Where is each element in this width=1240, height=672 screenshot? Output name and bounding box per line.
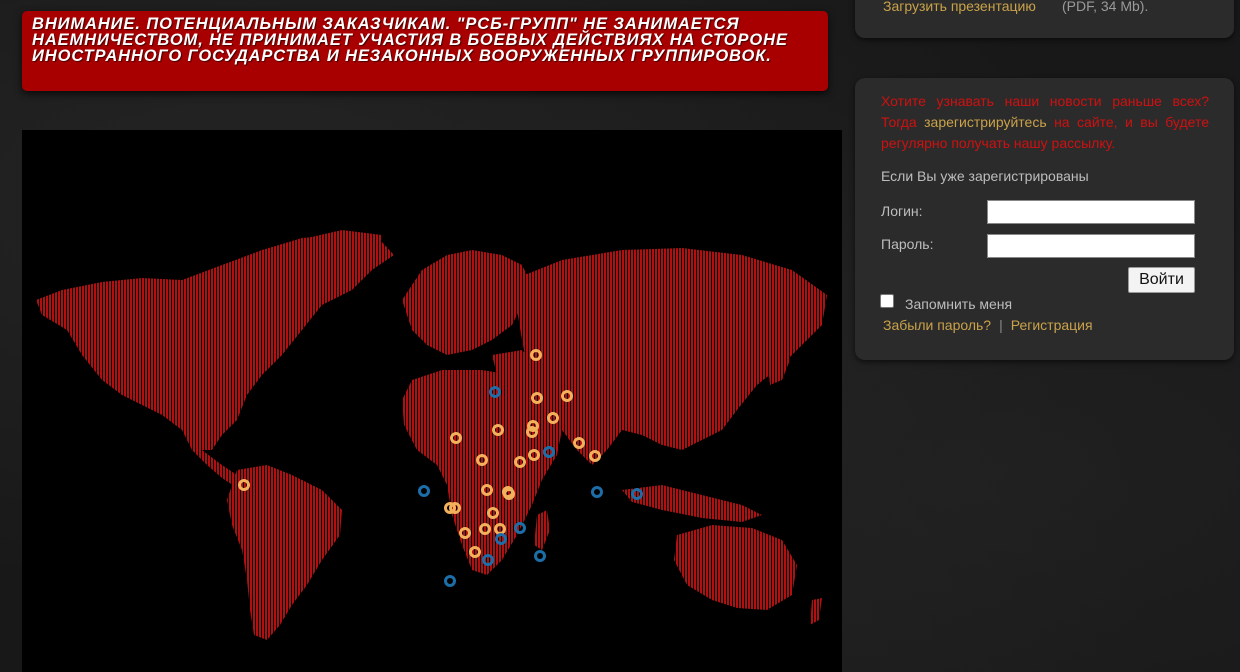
australia-shape [674, 525, 797, 610]
links-separator: | [999, 317, 1003, 333]
remember-me-label: Запомнить меня [905, 296, 1013, 312]
newsletter-promo: Хотите узнавать наши новости раньше всех… [881, 91, 1209, 154]
login-button[interactable]: Войти [1128, 267, 1195, 293]
password-label: Пароль: [881, 236, 934, 252]
login-label: Логин: [881, 203, 923, 219]
password-input[interactable] [987, 234, 1195, 258]
warning-text: ВНИМАНИЕ. ПОТЕНЦИАЛЬНЫМ ЗАКАЗЧИКАМ. "РСБ… [32, 15, 788, 65]
world-map [22, 130, 842, 672]
new-zealand-shape [810, 598, 822, 625]
south-america-shape [227, 465, 342, 640]
login-panel: Хотите узнавать наши новости раньше всех… [855, 78, 1234, 360]
continents [36, 230, 827, 640]
world-map-svg [36, 230, 827, 640]
indonesia-shape [622, 485, 762, 522]
already-registered-text: Если Вы уже зарегистрированы [881, 168, 1089, 184]
download-presentation-link[interactable]: Загрузить презентацию [883, 0, 1036, 14]
warning-banner: ВНИМАНИЕ. ПОТЕНЦИАЛЬНЫМ ЗАКАЗЧИКАМ. "РСБ… [22, 11, 828, 91]
presentation-meta: (PDF, 34 Mb). [1062, 0, 1149, 14]
promo-register-link[interactable]: зарегистрируйтесь [924, 114, 1047, 130]
map-marker-blue [418, 485, 430, 497]
remember-me-checkbox[interactable] [880, 294, 894, 308]
map-marker-blue [534, 550, 546, 562]
auth-links: Забыли пароль? | Регистрация [883, 317, 1093, 333]
register-link[interactable]: Регистрация [1011, 317, 1093, 333]
madagascar-shape [534, 510, 550, 550]
presentation-panel: Загрузить презентацию (PDF, 34 Mb). [855, 0, 1234, 38]
login-input[interactable] [987, 200, 1195, 224]
forgot-password-link[interactable]: Забыли пароль? [883, 317, 991, 333]
map-marker-blue [591, 486, 603, 498]
map-marker-blue [444, 575, 456, 587]
